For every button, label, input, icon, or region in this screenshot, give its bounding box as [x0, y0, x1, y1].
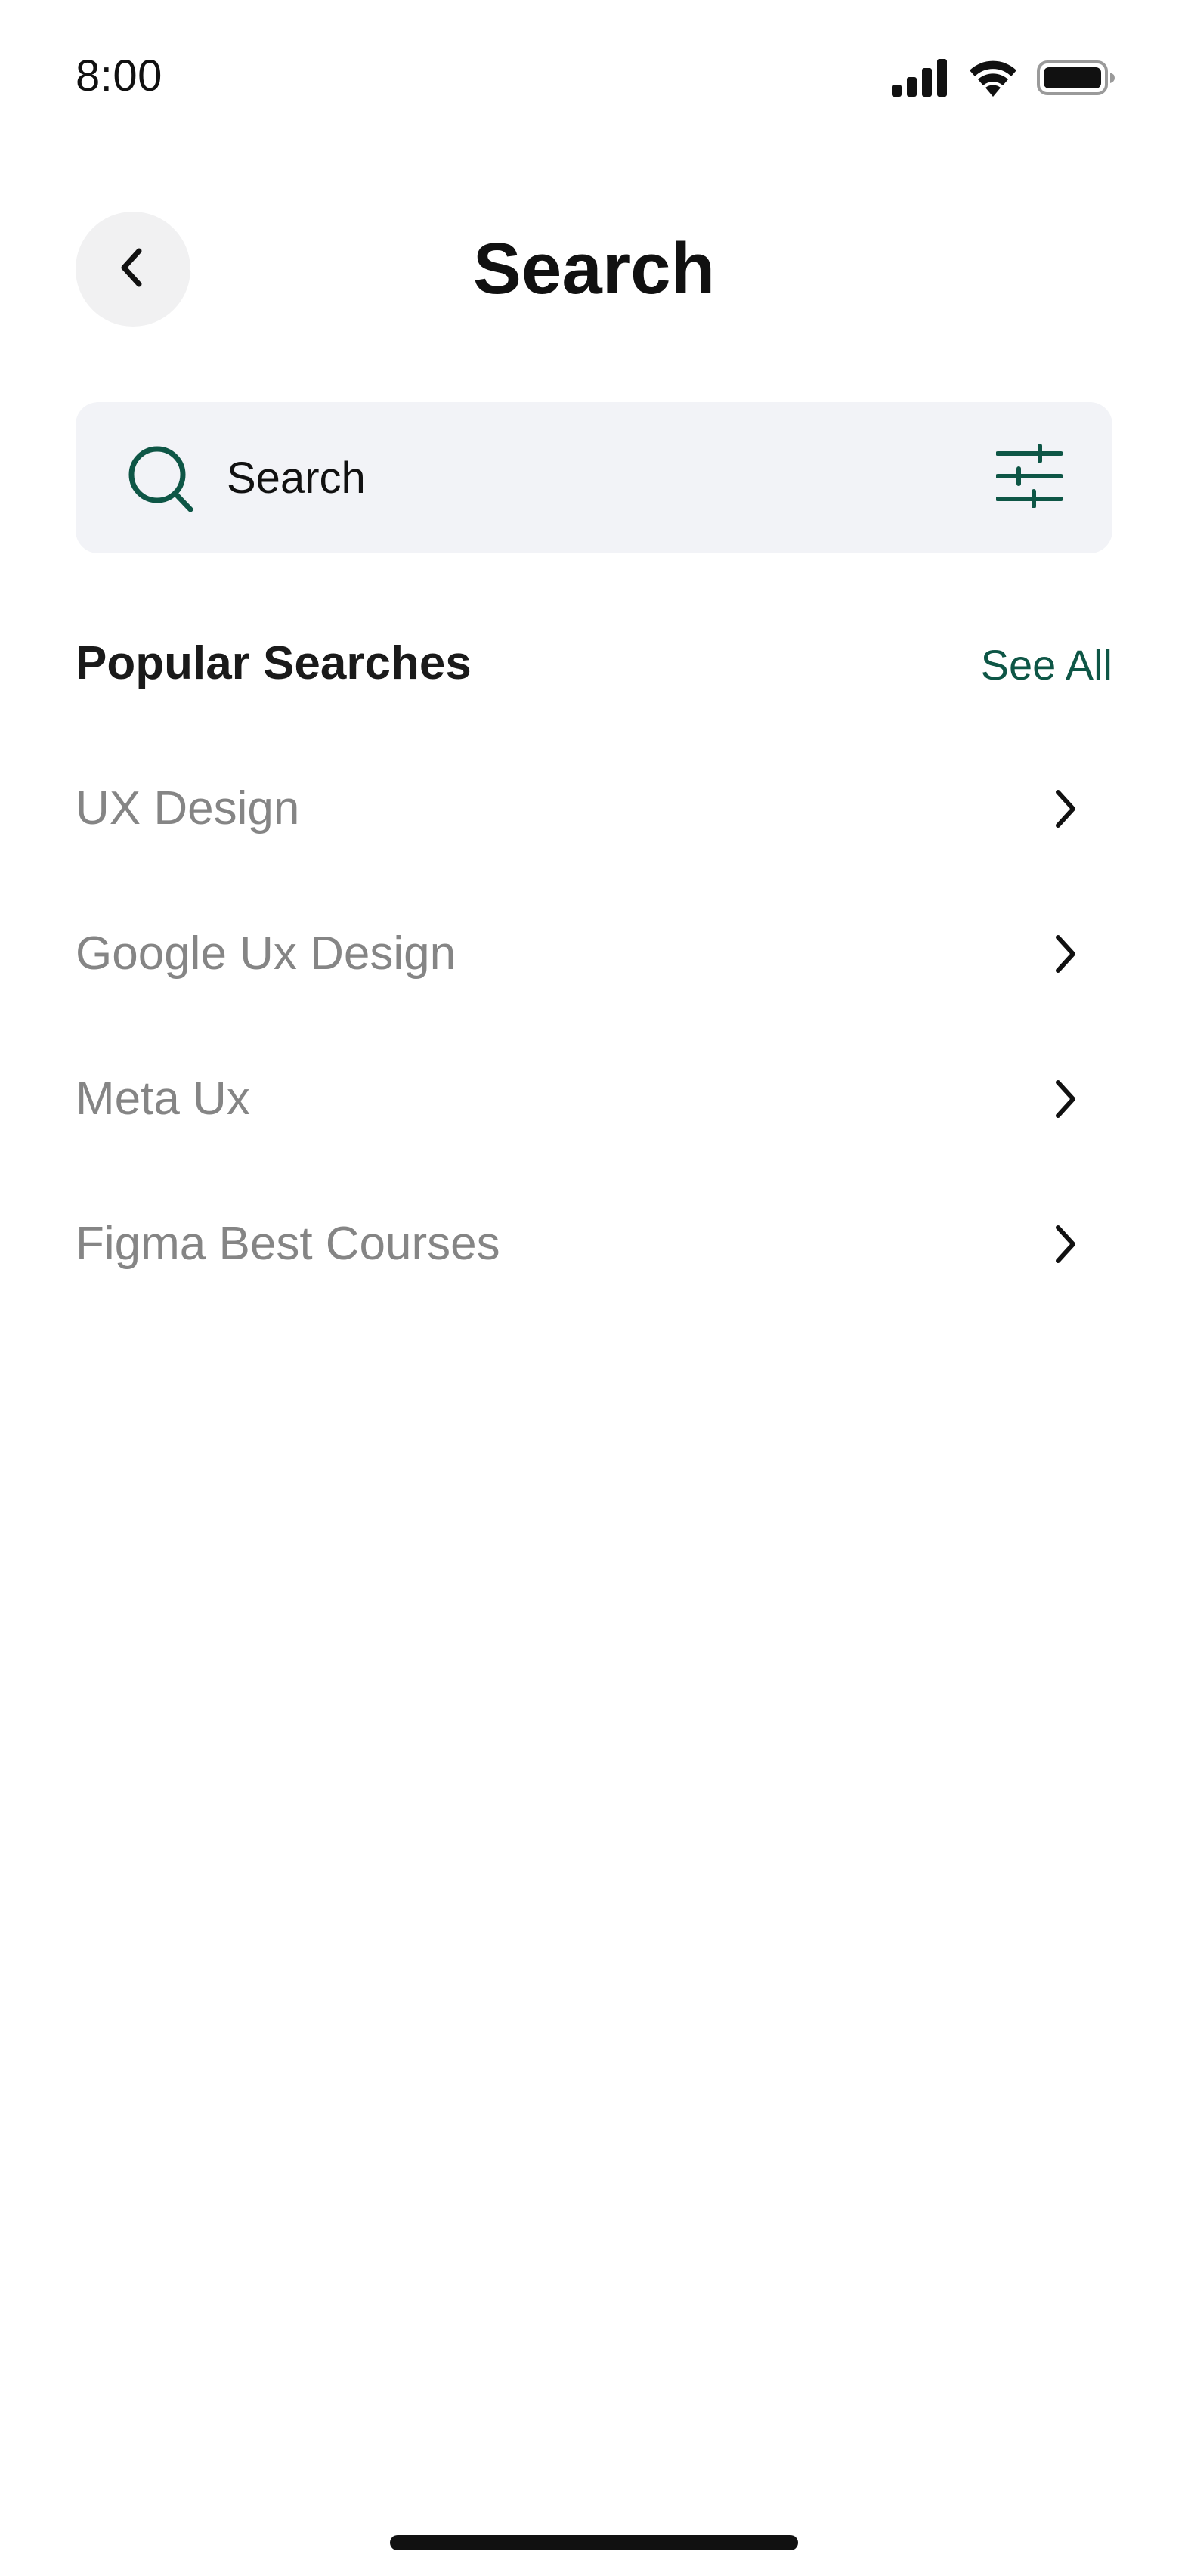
- popular-searches-list: UX Design Google Ux Design Meta Ux Figma…: [76, 736, 1088, 1317]
- popular-searches-title: Popular Searches: [76, 637, 472, 689]
- filter-button[interactable]: [992, 440, 1067, 516]
- page-title: Search: [472, 228, 716, 309]
- list-item[interactable]: Figma Best Courses: [76, 1172, 1088, 1317]
- chevron-right-icon: [1043, 1221, 1088, 1267]
- battery-icon: [1037, 59, 1115, 101]
- status-icons: [892, 53, 1115, 106]
- list-item[interactable]: Google Ux Design: [76, 881, 1088, 1026]
- list-item-label: Meta Ux: [76, 1073, 250, 1125]
- status-time: 8:00: [76, 51, 162, 101]
- home-indicator: [390, 2535, 798, 2550]
- status-bar: 8:00: [0, 0, 1188, 151]
- sliders-icon: [995, 443, 1063, 512]
- list-item-label: Google Ux Design: [76, 927, 456, 980]
- chevron-right-icon: [1043, 786, 1088, 831]
- list-item-label: UX Design: [76, 782, 300, 834]
- signal-icon: [892, 58, 949, 101]
- search-bar: [76, 402, 1112, 553]
- list-item[interactable]: Meta Ux: [76, 1026, 1088, 1172]
- list-item-label: Figma Best Courses: [76, 1218, 500, 1270]
- search-icon: [125, 443, 196, 514]
- chevron-right-icon: [1043, 931, 1088, 977]
- search-input[interactable]: [227, 440, 967, 516]
- wifi-icon: [967, 59, 1019, 101]
- see-all-link[interactable]: See All: [981, 636, 1112, 694]
- list-item[interactable]: UX Design: [76, 736, 1088, 881]
- search-screen: 8:00 Search Search Popular Searches See …: [0, 0, 1188, 2576]
- chevron-right-icon: [1043, 1076, 1088, 1122]
